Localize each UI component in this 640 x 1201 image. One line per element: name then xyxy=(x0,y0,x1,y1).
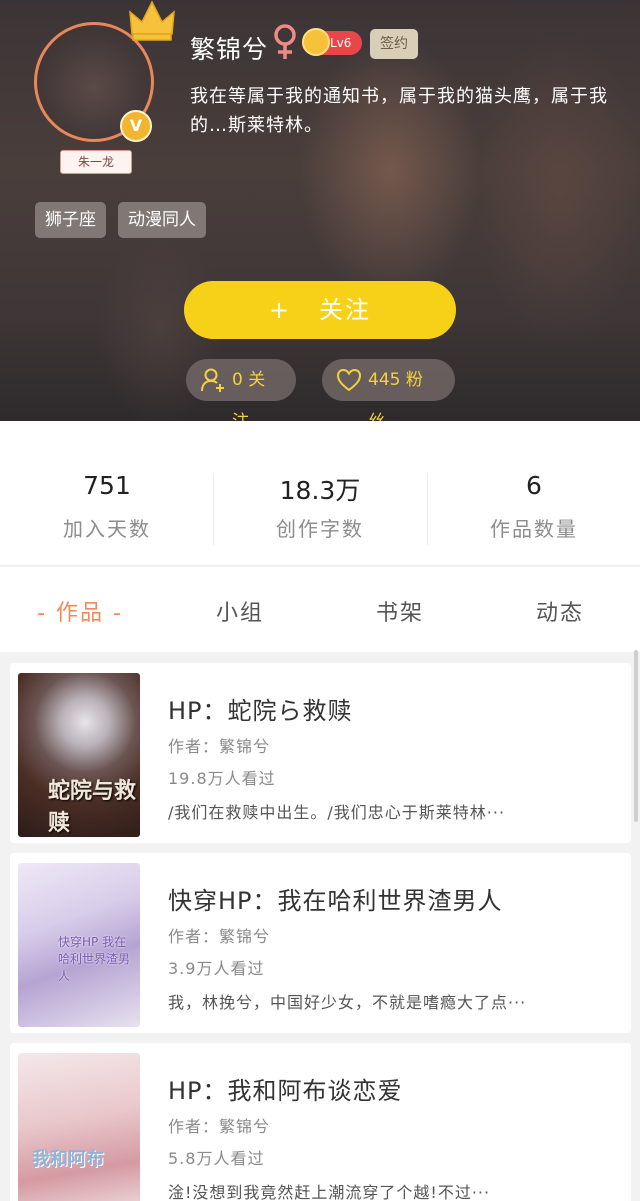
stat-word-count: 18.3万 创作字数 xyxy=(213,471,427,542)
cover-title: 快穿HP 我在哈利世界渣男人 xyxy=(58,935,131,983)
bio: 我在等属于我的通知书，属于我的猫头鹰，属于我的…斯莱特林。 xyxy=(190,86,608,136)
follow-button[interactable]: + 关注 xyxy=(184,281,456,339)
stat-value: 751 xyxy=(83,471,131,500)
work-card[interactable]: 蛇院与救赎 HP：蛇院ら救赎 作者：繁锦兮 19.8万人看过 /我们在救赎中出生… xyxy=(10,663,631,843)
stat-label: 创作字数 xyxy=(276,517,364,541)
verified-badge: V xyxy=(120,110,152,142)
signed-badge: 签约 xyxy=(370,29,418,59)
stat-label: 加入天数 xyxy=(63,517,151,541)
tab-bar: - 作品 - 小组 书架 动态 xyxy=(0,567,640,652)
stat-value: 6 xyxy=(526,471,542,500)
username: 繁锦兮 xyxy=(190,35,269,64)
heart-icon xyxy=(336,368,362,392)
work-views: 19.8万人看过 xyxy=(168,769,276,788)
work-card[interactable]: 快穿HP 我在哈利世界渣男人 快穿HP：我在哈利世界渣男人 作者：繁锦兮 3.9… xyxy=(10,853,631,1033)
work-cover[interactable]: 快穿HP 我在哈利世界渣男人 xyxy=(18,863,140,1027)
name-tag: 朱一龙 xyxy=(60,150,132,174)
stat-label: 作品数量 xyxy=(490,517,578,541)
following-button[interactable]: 0 关注 xyxy=(186,359,296,421)
fans-count: 445 粉丝 xyxy=(368,370,423,421)
female-icon xyxy=(274,24,296,59)
level-crown-icon xyxy=(302,28,330,56)
work-views: 5.8万人看过 xyxy=(168,1149,265,1168)
user-add-icon xyxy=(201,368,224,392)
work-title[interactable]: 快穿HP：我在哈利世界渣男人 xyxy=(168,881,503,916)
stat-value: 18.3万 xyxy=(279,476,361,505)
follow-label: 关注 xyxy=(319,296,372,324)
work-author: 作者：繁锦兮 xyxy=(168,737,271,756)
cover-title: 蛇院与救赎 xyxy=(48,779,137,836)
crown-icon xyxy=(129,0,175,41)
fans-button[interactable]: 445 粉丝 xyxy=(322,359,455,421)
work-card[interactable]: 我和阿布 HP：我和阿布谈恋爱 作者：繁锦兮 5.8万人看过 淦!没想到我竟然赶… xyxy=(10,1043,631,1201)
work-cover[interactable]: 蛇院与救赎 xyxy=(18,673,140,837)
cover-title: 我和阿布 xyxy=(32,1149,104,1170)
tab-works[interactable]: - 作品 - xyxy=(0,595,160,627)
work-author: 作者：繁锦兮 xyxy=(168,927,271,946)
tab-groups[interactable]: 小组 xyxy=(160,595,320,627)
work-author: 作者：繁锦兮 xyxy=(168,1117,271,1136)
work-cover[interactable]: 我和阿布 xyxy=(18,1053,140,1201)
work-desc: 淦!没想到我竟然赶上潮流穿了个越!不过··· xyxy=(168,1183,491,1201)
stats-panel: 751 加入天数 18.3万 创作字数 6 作品数量 xyxy=(0,421,640,566)
work-views: 3.9万人看过 xyxy=(168,959,265,978)
work-title[interactable]: HP：蛇院ら救赎 xyxy=(168,691,353,726)
tag-zodiac[interactable]: 狮子座 xyxy=(35,202,106,238)
work-desc: 我，林挽兮，中国好少女，不就是嗜瘾大了点··· xyxy=(168,993,527,1012)
tab-activity[interactable]: 动态 xyxy=(480,595,640,627)
plus-icon: + xyxy=(268,296,292,324)
stat-works-count: 6 作品数量 xyxy=(427,471,640,542)
work-title[interactable]: HP：我和阿布谈恋爱 xyxy=(168,1071,403,1106)
following-count: 0 关注 xyxy=(232,370,266,421)
tab-bookshelf[interactable]: 书架 xyxy=(320,595,480,627)
profile-header: V 朱一龙 繁锦兮 Lv6 签约 我在等属于我的通知书，属于我的猫头鹰，属于我的… xyxy=(0,0,640,421)
scrollbar[interactable] xyxy=(634,650,638,822)
stat-join-days: 751 加入天数 xyxy=(0,471,214,542)
work-desc: /我们在救赎中出生。/我们忠心于斯莱特林··· xyxy=(168,803,506,822)
tag-category[interactable]: 动漫同人 xyxy=(118,202,206,238)
